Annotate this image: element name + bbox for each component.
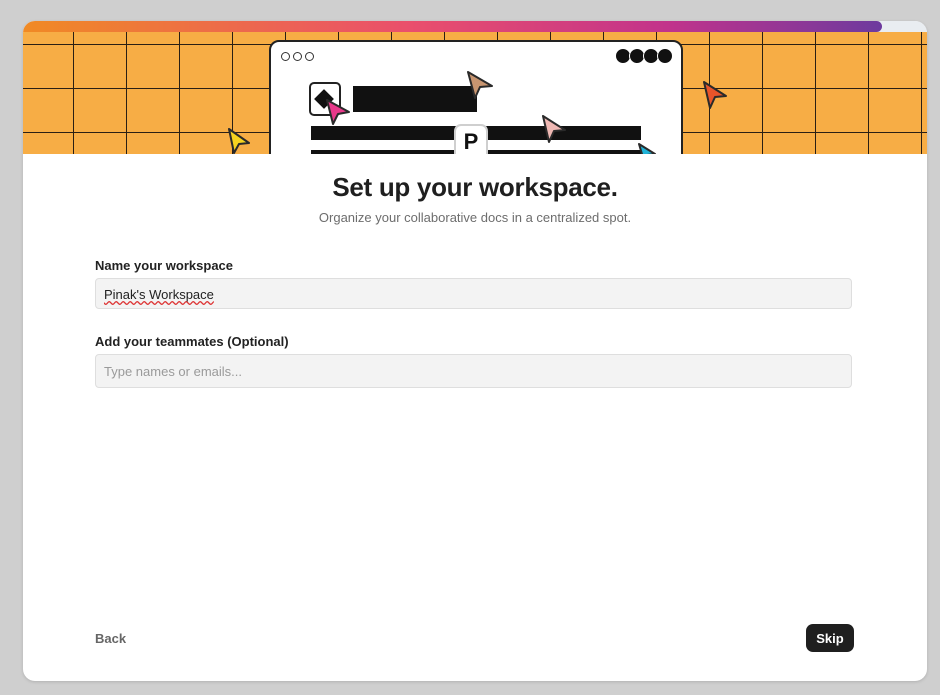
yellow-cursor-icon bbox=[228, 128, 250, 154]
header-illustration: P bbox=[23, 32, 927, 154]
light-pink-cursor-icon bbox=[542, 115, 566, 143]
page-subtitle: Organize your collaborative docs in a ce… bbox=[318, 210, 632, 225]
skip-button[interactable]: Skip bbox=[806, 624, 854, 652]
workspace-name-label: Name your workspace bbox=[95, 258, 234, 273]
progress-bar bbox=[23, 21, 927, 32]
onboarding-card: P Set up your workspace. Organize your c… bbox=[23, 21, 927, 681]
mock-heading-bar bbox=[353, 86, 477, 112]
tan-cursor-icon bbox=[467, 71, 493, 99]
collaborator-avatars-icon bbox=[615, 48, 673, 64]
back-button[interactable]: Back bbox=[95, 631, 126, 646]
teammates-input[interactable] bbox=[95, 354, 852, 388]
progress-bar-fill bbox=[23, 21, 882, 32]
teammates-label: Add your teammates (Optional) bbox=[95, 334, 289, 349]
mock-document-window: P bbox=[269, 40, 683, 154]
pink-cursor-icon bbox=[326, 99, 350, 125]
page-title: Set up your workspace. bbox=[332, 172, 618, 202]
cyan-cursor-icon bbox=[638, 143, 656, 154]
workspace-name-input[interactable]: Pinak's Workspace bbox=[95, 278, 852, 309]
red-cursor-icon bbox=[703, 81, 727, 109]
workspace-name-value: Pinak's Workspace bbox=[104, 287, 214, 302]
collaborator-p-badge: P bbox=[454, 124, 488, 154]
window-dots-icon bbox=[281, 52, 314, 61]
